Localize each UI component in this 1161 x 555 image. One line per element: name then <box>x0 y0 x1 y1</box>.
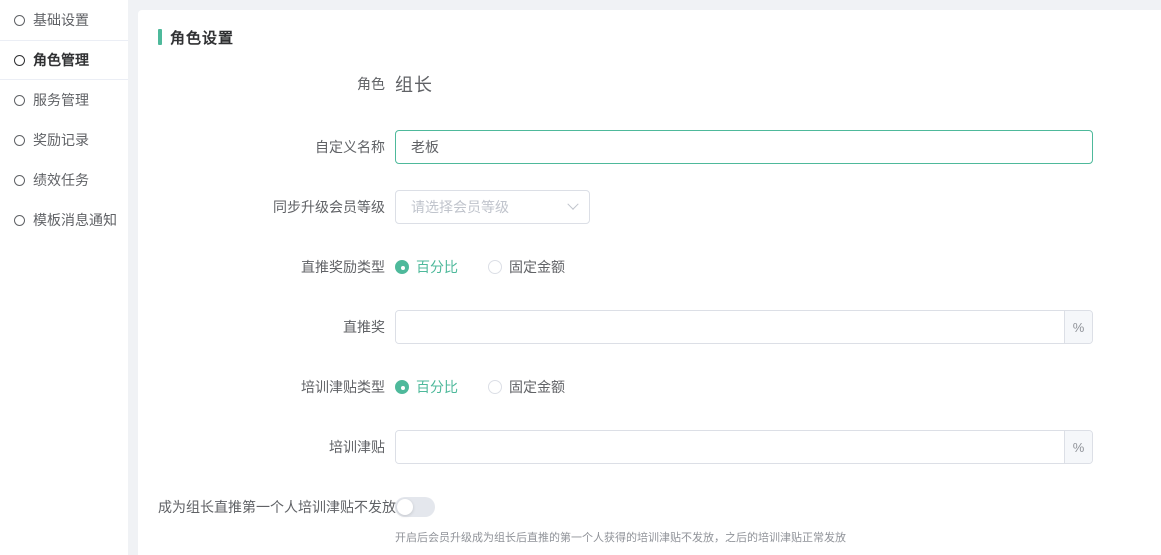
sidebar-item-label: 奖励记录 <box>33 130 89 150</box>
sidebar-item-service-management[interactable]: 服务管理 <box>0 80 128 120</box>
sidebar-item-reward-records[interactable]: 奖励记录 <box>0 120 128 160</box>
direct-reward-input-group: % <box>395 310 1093 344</box>
direct-reward-input[interactable] <box>396 311 1064 343</box>
form-row-role: 角色 组长 <box>158 64 1141 104</box>
chevron-down-icon <box>567 199 578 210</box>
sidebar-item-label: 角色管理 <box>33 50 89 70</box>
radio-percentage[interactable]: 百分比 <box>395 377 458 397</box>
percent-suffix: % <box>1064 311 1092 343</box>
form-row-direct-reward-type: 直推奖励类型 百分比 固定金额 <box>158 250 1141 284</box>
training-allowance-type-radio-group: 百分比 固定金额 <box>395 377 595 397</box>
sidebar-item-performance-tasks[interactable]: 绩效任务 <box>0 160 128 200</box>
circle-icon <box>14 135 25 146</box>
radio-fixed-amount[interactable]: 固定金额 <box>488 257 565 277</box>
sidebar-item-label: 模板消息通知 <box>33 210 117 230</box>
sidebar-item-label: 服务管理 <box>33 90 89 110</box>
sidebar-item-role-management[interactable]: 角色管理 <box>0 40 128 80</box>
radio-label: 固定金额 <box>509 257 565 277</box>
radio-label: 百分比 <box>416 257 458 277</box>
form-row-training-allowance-type: 培训津贴类型 百分比 固定金额 <box>158 370 1141 404</box>
radio-percentage[interactable]: 百分比 <box>395 257 458 277</box>
settings-sidebar: 基础设置 角色管理 服务管理 奖励记录 绩效任务 模板消息通知 <box>0 0 128 555</box>
switch-knob <box>397 499 413 515</box>
training-allowance-type-label: 培训津贴类型 <box>158 377 385 397</box>
role-settings-panel: 角色设置 角色 组长 自定义名称 同步升级会员等级 请选择会员等级 直推奖励类型 <box>138 10 1161 555</box>
form-row-training-allowance: 培训津贴 % <box>158 430 1141 464</box>
sidebar-item-template-message-notice[interactable]: 模板消息通知 <box>0 200 128 240</box>
form-row-direct-reward: 直推奖 % <box>158 310 1141 344</box>
custom-name-input[interactable] <box>395 130 1093 164</box>
radio-selected-icon <box>395 260 409 274</box>
toggle-tip-row: 开启后会员升级成为组长后直推的第一个人获得的培训津贴不发放，之后的培训津贴正常发… <box>158 530 1141 546</box>
training-allowance-input-group: % <box>395 430 1093 464</box>
page-title: 角色设置 <box>170 27 234 48</box>
circle-icon <box>14 55 25 66</box>
radio-selected-icon <box>395 380 409 394</box>
radio-unselected-icon <box>488 380 502 394</box>
circle-icon <box>14 15 25 26</box>
role-settings-form: 角色 组长 自定义名称 同步升级会员等级 请选择会员等级 直推奖励类型 百分比 <box>158 64 1141 546</box>
tip-spacer <box>158 530 395 546</box>
toggle-tip-text: 开启后会员升级成为组长后直推的第一个人获得的培训津贴不发放，之后的培训津贴正常发… <box>395 530 846 546</box>
radio-fixed-amount[interactable]: 固定金额 <box>488 377 565 397</box>
radio-label: 百分比 <box>416 377 458 397</box>
sidebar-item-label: 绩效任务 <box>33 170 89 190</box>
custom-name-label: 自定义名称 <box>158 137 385 157</box>
member-level-select[interactable]: 请选择会员等级 <box>395 190 590 224</box>
form-row-first-person-toggle: 成为组长直推第一个人培训津贴不发放 <box>158 490 1141 524</box>
first-person-toggle-switch[interactable] <box>395 497 435 517</box>
title-accent-bar <box>158 29 162 45</box>
training-allowance-label: 培训津贴 <box>158 437 385 457</box>
direct-reward-type-label: 直推奖励类型 <box>158 257 385 277</box>
sync-level-label: 同步升级会员等级 <box>158 197 385 217</box>
first-person-toggle-label: 成为组长直推第一个人培训津贴不发放 <box>158 497 385 517</box>
training-allowance-input[interactable] <box>396 431 1064 463</box>
radio-unselected-icon <box>488 260 502 274</box>
sidebar-item-basic-settings[interactable]: 基础设置 <box>0 0 128 40</box>
form-row-sync-level: 同步升级会员等级 请选择会员等级 <box>158 190 1141 224</box>
direct-reward-label: 直推奖 <box>158 317 385 337</box>
circle-icon <box>14 215 25 226</box>
form-row-custom-name: 自定义名称 <box>158 130 1141 164</box>
circle-icon <box>14 175 25 186</box>
role-label: 角色 <box>158 74 385 94</box>
radio-label: 固定金额 <box>509 377 565 397</box>
percent-suffix: % <box>1064 431 1092 463</box>
circle-icon <box>14 95 25 106</box>
select-placeholder: 请选择会员等级 <box>411 197 563 217</box>
role-value: 组长 <box>395 71 433 97</box>
section-title: 角色设置 <box>158 28 1141 46</box>
sidebar-item-label: 基础设置 <box>33 10 89 30</box>
direct-reward-type-radio-group: 百分比 固定金额 <box>395 257 595 277</box>
